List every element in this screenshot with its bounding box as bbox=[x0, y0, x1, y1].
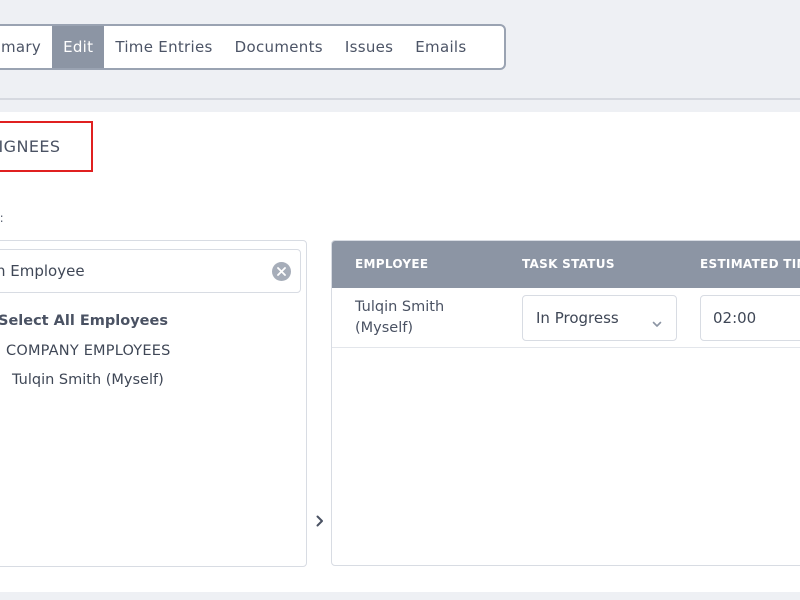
tree-group-company-employees[interactable]: COMPANY EMPLOYEES bbox=[6, 343, 170, 359]
tree-item-employee[interactable]: Tulqin Smith (Myself) bbox=[12, 372, 164, 388]
assignees-table: EMPLOYEE TASK STATUS ESTIMATED TIM Tulqi… bbox=[331, 240, 800, 566]
tab-summary[interactable]: mary bbox=[0, 26, 52, 68]
section-title-highlight: SIGNEES bbox=[0, 121, 93, 172]
clear-search-icon[interactable] bbox=[272, 262, 291, 281]
employee-search[interactable] bbox=[0, 249, 301, 293]
select-all-employees[interactable]: Select All Employees bbox=[0, 313, 168, 329]
employee-name: Tulqin Smith bbox=[355, 299, 445, 315]
tab-documents[interactable]: Documents bbox=[224, 26, 334, 68]
estimated-time-field[interactable] bbox=[700, 295, 800, 341]
table-row: Tulqin Smith (Myself) In Progress bbox=[332, 288, 800, 348]
tab-issues[interactable]: Issues bbox=[334, 26, 404, 68]
column-header-task-status: TASK STATUS bbox=[522, 257, 615, 271]
table-header: EMPLOYEE TASK STATUS ESTIMATED TIM bbox=[332, 241, 800, 288]
employee-note: (Myself) bbox=[355, 320, 414, 336]
task-status-select[interactable]: In Progress bbox=[522, 295, 677, 341]
divider bbox=[0, 98, 800, 100]
chevron-down-icon bbox=[652, 313, 662, 332]
chevron-right-icon[interactable] bbox=[314, 513, 326, 529]
task-status-value: In Progress bbox=[536, 309, 619, 327]
estimated-time-input[interactable] bbox=[713, 309, 800, 327]
column-header-employee: EMPLOYEE bbox=[355, 257, 429, 271]
column-header-estimated-time: ESTIMATED TIM bbox=[700, 257, 800, 271]
employee-cell: Tulqin Smith (Myself) bbox=[355, 297, 475, 339]
field-label: S: bbox=[0, 211, 4, 225]
tab-edit[interactable]: Edit bbox=[52, 26, 105, 68]
tab-time-entries[interactable]: Time Entries bbox=[104, 26, 223, 68]
section-title: SIGNEES bbox=[0, 137, 61, 156]
employee-selector: Select All Employees COMPANY EMPLOYEES T… bbox=[0, 240, 307, 567]
tab-emails[interactable]: Emails bbox=[404, 26, 477, 68]
tab-bar: mary Edit Time Entries Documents Issues … bbox=[0, 24, 506, 70]
employee-search-input[interactable] bbox=[0, 262, 266, 280]
task-edit-page: mary Edit Time Entries Documents Issues … bbox=[0, 0, 800, 600]
assignees-panel: SIGNEES S: Select All Employees COMPANY … bbox=[0, 112, 800, 592]
